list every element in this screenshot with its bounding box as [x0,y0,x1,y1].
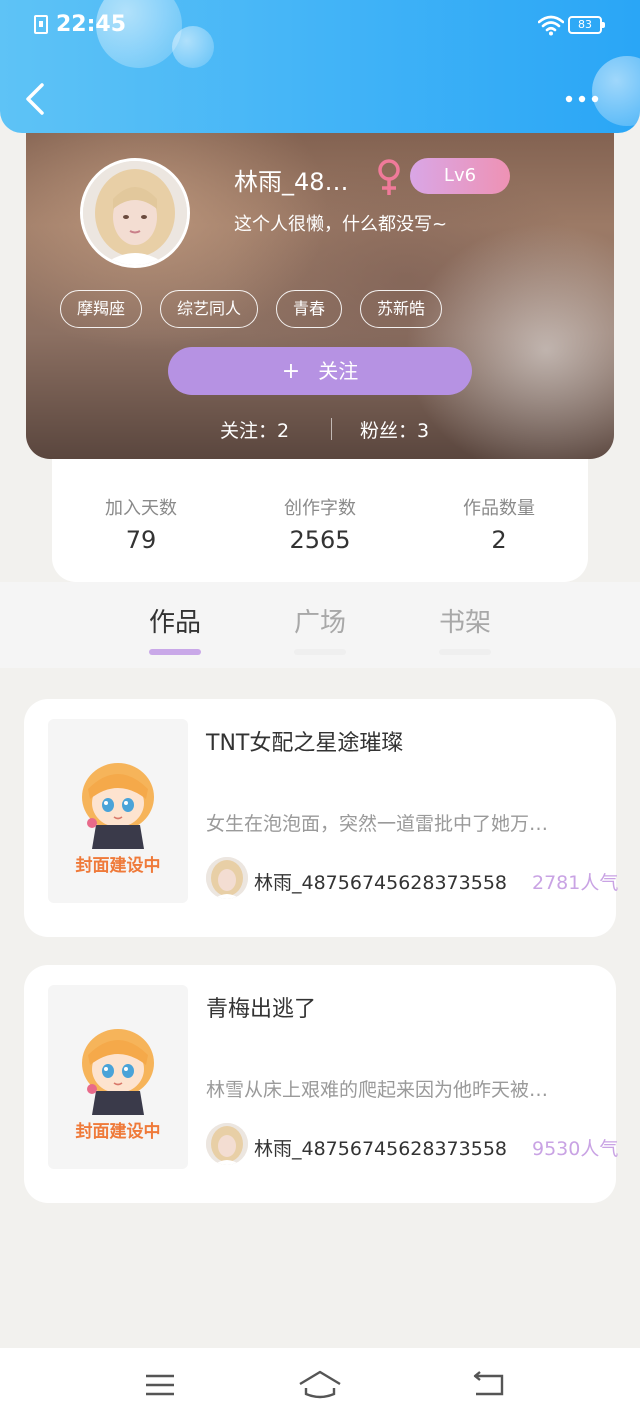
tab-label: 作品 [148,608,201,638]
tab-square[interactable]: 广场 [280,602,360,655]
home-icon[interactable] [298,1368,342,1402]
battery-icon: 83 [568,16,605,34]
work-description: 林雪从床上艰难的爬起来因为他昨天被… [206,1079,549,1101]
author-name: 林雨_48756745628373558 [254,872,508,894]
stats-card: 加入天数 79 创作字数 2565 作品数量 2 [52,440,588,582]
plus-icon: + [281,359,301,384]
cover-placeholder-text: 封面建设中 [75,1122,161,1142]
tag-list: 摩羯座 综艺同人 青春 苏新皓 [60,290,443,328]
follow-stats: 关注：2 粉丝：3 [26,414,614,444]
stat-works-count: 作品数量 2 [410,494,588,554]
popularity-count: 9530人气 [532,1138,619,1160]
tab-label: 书架 [438,608,491,638]
fans-count[interactable]: 粉丝：3 [360,416,429,443]
work-cover: 封面建设中 [48,719,188,903]
stat-value: 79 [125,526,157,554]
female-icon [378,159,400,195]
avatar[interactable] [80,158,190,268]
status-time: 22:45 [56,12,127,37]
user-bio: 这个人很懒，什么都没写~ [234,214,448,235]
stat-label: 作品数量 [463,498,535,519]
author-avatar [206,1123,248,1165]
tab-bookshelf[interactable]: 书架 [425,602,505,655]
tab-indicator [439,649,491,655]
menu-icon[interactable] [140,1368,180,1402]
back-chevron-icon[interactable] [22,82,50,116]
tab-label: 广场 [293,608,346,638]
status-bar: 22:45 83 [0,0,640,50]
follow-button-label: 关注 [318,359,359,383]
following-count[interactable]: 关注：2 [220,416,289,443]
work-title: TNT女配之星途璀璨 [206,731,404,756]
system-nav-bar [0,1348,640,1422]
more-dots-icon[interactable] [562,88,602,110]
work-card[interactable]: 封面建设中 TNT女配之星途璀璨 女生在泡泡面，突然一道雷批中了她万… 林雨_4… [24,699,619,937]
stat-word-count: 创作字数 2565 [231,494,409,554]
tag-item[interactable]: 青春 [276,290,343,328]
work-title: 青梅出逃了 [206,997,317,1022]
stat-label: 加入天数 [105,498,177,519]
stat-label: 创作字数 [284,498,356,519]
level-badge: Lv6 [410,158,510,194]
cover-placeholder-text: 封面建设中 [75,856,161,876]
tab-indicator [294,649,346,655]
work-card[interactable]: 封面建设中 青梅出逃了 林雪从床上艰难的爬起来因为他昨天被… 林雨_487567… [24,965,619,1203]
tab-indicator [149,649,201,655]
back-nav-icon[interactable] [468,1368,508,1402]
stat-value: 2565 [289,526,351,554]
author-name: 林雨_48756745628373558 [254,1138,508,1160]
tag-item[interactable]: 摩羯座 [60,290,143,328]
user-nickname: 林雨_48… [234,168,349,196]
work-description: 女生在泡泡面，突然一道雷批中了她万… [206,813,549,835]
author-avatar [206,857,248,899]
sim-card-icon [34,15,48,34]
author-avatar-image [206,1123,248,1165]
divider [331,418,332,440]
stat-value: 2 [491,526,507,554]
avatar-image [83,161,187,265]
tab-bar: 作品 广场 书架 [0,582,640,668]
top-header: 22:45 83 [0,0,640,133]
profile-card: 林雨_48… Lv6 这个人很懒，什么都没写~ 摩羯座 综艺同人 青春 苏新皓 … [26,100,614,459]
work-cover: 封面建设中 [48,985,188,1169]
author-avatar-image [206,857,248,899]
popularity-count: 2781人气 [532,872,619,894]
wifi-icon [538,15,564,36]
tag-item[interactable]: 苏新皓 [360,290,443,328]
tab-works[interactable]: 作品 [135,602,215,655]
tag-item[interactable]: 综艺同人 [160,290,259,328]
follow-button[interactable]: + 关注 [168,347,472,395]
stat-join-days: 加入天数 79 [52,494,230,554]
